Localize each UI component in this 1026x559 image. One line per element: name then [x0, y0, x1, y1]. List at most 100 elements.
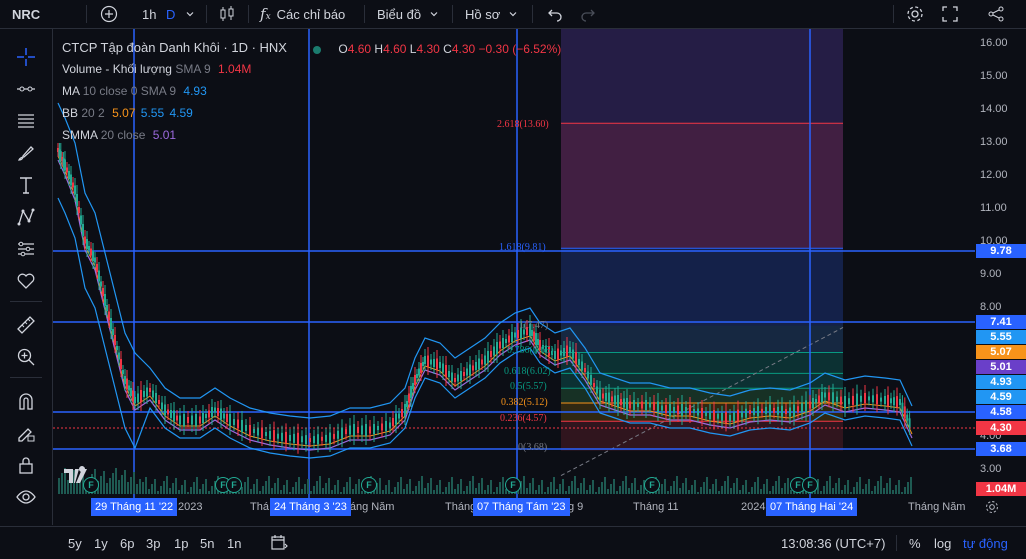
volume-legend[interactable]: Volume - Khối lượng SMA 9 1.04M — [62, 62, 251, 76]
candle-body — [317, 434, 319, 445]
zoom-tool[interactable] — [14, 345, 38, 369]
event-marker[interactable]: F — [802, 477, 818, 493]
volume-bar — [838, 478, 840, 494]
range-button-5y[interactable]: 5y — [68, 527, 82, 559]
text-tool[interactable] — [14, 173, 38, 197]
divider — [893, 5, 894, 23]
candle-body — [199, 416, 201, 424]
smma-params: 20 close — [100, 128, 146, 142]
candle-type-button[interactable] — [218, 0, 236, 28]
candle-body — [265, 432, 267, 436]
percent-toggle[interactable]: % — [909, 527, 921, 559]
ruler-tool[interactable] — [14, 313, 38, 337]
candle-body — [864, 393, 866, 403]
pattern-tool[interactable] — [14, 205, 38, 229]
range-button-5n[interactable]: 5n — [200, 527, 214, 559]
volume-bar — [901, 492, 903, 494]
candle-body — [665, 405, 667, 413]
prediction-tool[interactable] — [14, 237, 38, 261]
candle-body — [82, 224, 84, 236]
smma-legend[interactable]: SMMA 20 close 5.01 — [62, 128, 176, 142]
candle-body — [321, 436, 323, 441]
lock-draw-tool[interactable] — [14, 421, 38, 445]
redo-button[interactable] — [580, 0, 596, 28]
interval-dropdown[interactable] — [185, 0, 195, 28]
volume-bar — [166, 476, 168, 494]
price-tick-label: 12.00 — [980, 169, 1008, 181]
event-marker[interactable]: F — [505, 477, 521, 493]
volume-bar — [100, 476, 102, 494]
compare-button[interactable] — [100, 0, 118, 28]
candle-body — [202, 413, 204, 423]
candle-body — [436, 358, 438, 370]
fib-level-label: 1.618(9.81) — [499, 242, 546, 253]
volume-bar — [250, 489, 252, 494]
range-button-6p[interactable]: 6p — [120, 527, 134, 559]
divider — [452, 5, 453, 23]
axis-settings-button[interactable] — [985, 500, 999, 519]
candle-body — [757, 406, 759, 417]
range-button-1n[interactable]: 1n — [227, 527, 241, 559]
volume-bar — [850, 492, 852, 494]
indicators-button[interactable]: fx Các chỉ báo — [260, 0, 345, 28]
crosshair-tool[interactable] — [14, 45, 38, 69]
auto-scale-toggle[interactable]: tự động — [963, 527, 1008, 559]
range-button-3p[interactable]: 3p — [146, 527, 160, 559]
candle-body — [637, 403, 639, 407]
icons-tool[interactable] — [14, 269, 38, 293]
candle-body — [98, 270, 100, 282]
candle-body — [737, 409, 739, 422]
date-range-button[interactable] — [270, 527, 288, 559]
bb-legend[interactable]: BB 20 2 5.07 5.55 4.59 — [62, 106, 193, 120]
volume-bar — [193, 482, 195, 494]
candle-body — [233, 419, 235, 425]
fib-tool[interactable] — [14, 109, 38, 133]
trend-line-tool[interactable] — [14, 77, 38, 101]
candle-body — [590, 375, 592, 385]
candle-body — [214, 407, 216, 413]
symbol-search[interactable]: NRC — [12, 0, 40, 28]
lock-all-tool[interactable] — [14, 453, 38, 477]
ma-legend[interactable]: MA 10 close 0 SMA 9 4.93 — [62, 84, 207, 98]
interval-d-button[interactable]: D — [166, 0, 175, 28]
volume-bar — [832, 488, 834, 494]
candle-body — [337, 430, 339, 439]
settings-button[interactable] — [906, 0, 924, 28]
log-toggle[interactable]: log — [934, 527, 951, 559]
candle-body — [617, 395, 619, 407]
range-button-1p[interactable]: 1p — [174, 527, 188, 559]
undo-button[interactable] — [547, 0, 563, 28]
volume-bar — [253, 484, 255, 494]
price-tick-label: 13.00 — [980, 136, 1008, 148]
candle-body — [289, 435, 291, 441]
volume-bar — [286, 480, 288, 494]
profile-button[interactable]: Hồ sơ — [465, 0, 518, 28]
candle-body — [681, 404, 683, 416]
share-button[interactable] — [988, 0, 1004, 28]
clock-readout[interactable]: 13:08:36 (UTC+7) — [781, 527, 885, 559]
fib-level-label: 0.618(6.02) — [504, 366, 551, 377]
range-button-1y[interactable]: 1y — [94, 527, 108, 559]
candle-body — [309, 438, 311, 442]
brush-tool[interactable] — [14, 141, 38, 165]
volume-bar — [274, 483, 276, 494]
fullscreen-button[interactable] — [942, 0, 958, 28]
candle-body — [608, 392, 610, 404]
candle-body — [90, 248, 92, 256]
visibility-tool[interactable] — [14, 485, 38, 509]
candle-body — [887, 394, 889, 406]
volume-bar — [283, 485, 285, 494]
volume-bar — [304, 484, 306, 494]
interval-label: 1h — [142, 6, 157, 22]
candle-body — [84, 236, 86, 244]
volume-bar — [340, 492, 342, 494]
event-marker[interactable]: F — [226, 477, 242, 493]
chart-layout-button[interactable]: Biểu đồ — [377, 0, 439, 28]
event-marker[interactable]: F — [361, 477, 377, 493]
magnet-tool[interactable] — [14, 389, 38, 413]
interval-1h-button[interactable]: 1h — [142, 0, 156, 28]
volume-bar — [523, 476, 525, 494]
event-marker[interactable]: F — [644, 477, 660, 493]
candle-body — [155, 393, 157, 403]
candle-body — [661, 405, 663, 411]
